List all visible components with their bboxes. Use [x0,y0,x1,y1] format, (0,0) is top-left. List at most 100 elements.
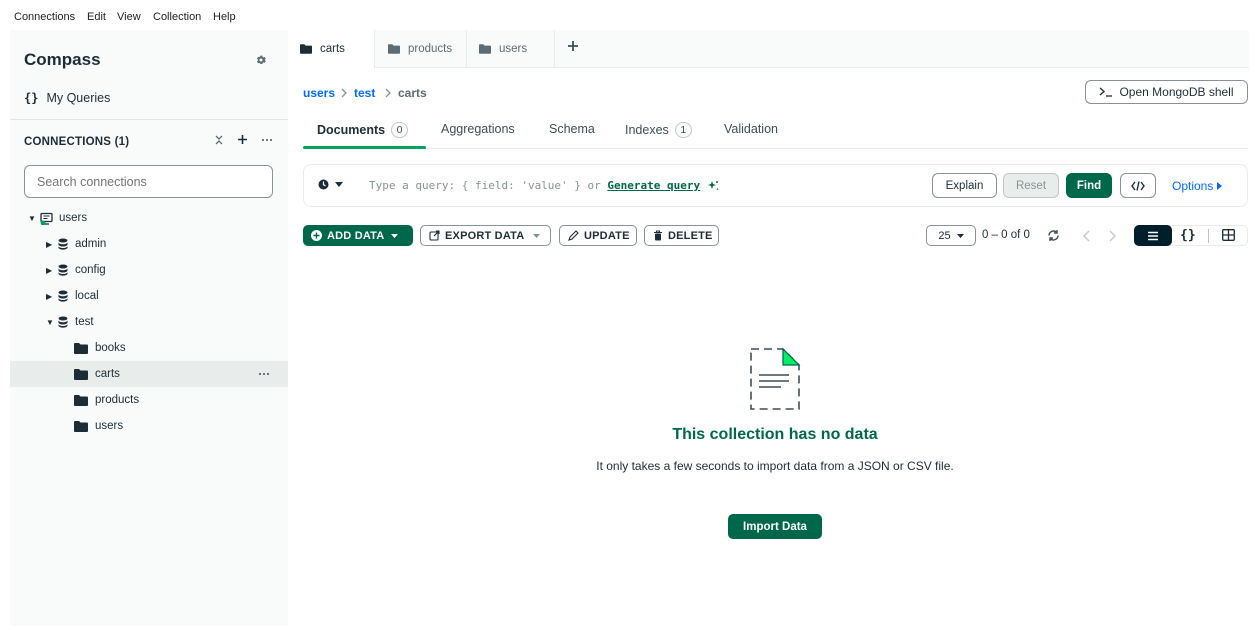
caret-down-icon[interactable]: ▼ [28,214,38,223]
tab-label: products [408,43,453,55]
tree-db-config[interactable]: ▶ config [10,257,288,283]
breadcrumb-connection[interactable]: users [303,86,335,100]
tree-label: books [95,342,126,354]
menu-connections[interactable]: Connections [14,11,75,23]
options-label: Options [1172,179,1214,193]
tree-label: carts [95,368,120,380]
menu-edit[interactable]: Edit [87,11,106,23]
tab-users[interactable]: users [467,30,555,68]
empty-document-icon [749,347,801,411]
explain-button[interactable]: Explain [932,173,997,198]
tab-products[interactable]: products [376,30,467,68]
caret-down-icon[interactable]: ▼ [46,318,56,327]
caret-right-icon[interactable]: ▶ [46,292,56,301]
tree-connection-users[interactable]: ▼ users [10,205,288,231]
query-history-button[interactable] [318,179,343,190]
search-connections-input[interactable] [24,165,273,198]
breadcrumb-database[interactable]: test [354,86,375,100]
trash-icon [653,230,663,241]
tree-collection-books[interactable]: books [10,335,288,361]
gear-icon[interactable] [255,54,267,66]
page-size-value: 25 [938,229,951,242]
tree-db-admin[interactable]: ▶ admin [10,231,288,257]
tab-bar: carts products users [288,30,1249,68]
reset-button[interactable]: Reset [1003,173,1059,198]
tab-schema-label: Schema [549,122,595,136]
json-view-button[interactable]: {} [1180,228,1196,243]
more-icon[interactable] [258,372,270,376]
list-icon [1147,231,1159,241]
chevron-right-icon[interactable] [1108,230,1116,242]
my-queries-label: My Queries [46,91,111,105]
sparkle-icon [707,180,719,192]
tab-schema[interactable]: Schema [549,122,595,136]
caret-right-icon [1217,182,1223,190]
folder-icon [74,342,88,354]
menu-collection[interactable]: Collection [153,11,201,23]
database-icon [58,238,68,250]
breadcrumb-collection: carts [398,86,427,100]
open-shell-button[interactable]: Open MongoDB shell [1085,80,1248,104]
options-toggle[interactable]: Options [1172,179,1223,193]
caret-right-icon[interactable]: ▶ [46,240,56,249]
refresh-icon[interactable] [1047,229,1060,242]
update-button[interactable]: UPDATE [559,225,637,246]
tree-label: local [75,290,99,302]
code-icon [1131,180,1145,191]
sidebar: Compass {} My Queries CONNECTIONS (1) ▼ … [10,30,288,626]
tree-db-local[interactable]: ▶ local [10,283,288,309]
tree-collection-users[interactable]: users [10,413,288,439]
tree-collection-carts[interactable]: carts [10,361,288,387]
tab-indexes[interactable]: Indexes 1 [625,122,692,138]
menu-help[interactable]: Help [213,11,236,23]
shell-label: Open MongoDB shell [1119,85,1234,99]
tree-label: test [75,316,94,328]
terminal-icon [1099,87,1113,97]
pencil-icon [568,230,579,241]
tab-documents[interactable]: Documents 0 [317,122,409,138]
connections-header: CONNECTIONS (1) [24,136,130,148]
add-data-label: ADD DATA [327,229,385,242]
page-size-select[interactable]: 25 [926,225,976,246]
count-badge: 1 [674,122,692,138]
chevron-left-icon[interactable] [1083,230,1091,242]
tree-collection-products[interactable]: products [10,387,288,413]
tab-carts[interactable]: carts [288,30,375,68]
add-connection-icon[interactable] [237,134,248,145]
caret-right-icon[interactable]: ▶ [46,266,56,275]
app-title: Compass [24,50,101,69]
tab-validation[interactable]: Validation [724,122,778,136]
code-button[interactable] [1120,173,1156,198]
import-data-button[interactable]: Import Data [728,514,822,539]
menu-view[interactable]: View [117,11,141,23]
collapse-icon[interactable] [214,135,224,145]
query-input[interactable]: Type a query: { field: 'value' } or Gene… [369,179,719,192]
caret-down-icon [391,233,399,238]
tab-documents-label: Documents [317,123,386,137]
divider [303,148,1248,149]
folder-icon [74,394,88,406]
empty-state-text: It only takes a few seconds to import da… [596,459,954,473]
delete-button[interactable]: DELETE [644,225,719,246]
tab-aggregations[interactable]: Aggregations [441,122,515,136]
find-button[interactable]: Find [1066,173,1112,198]
folder-icon [300,44,312,54]
generate-query-link[interactable]: Generate query [607,179,700,192]
database-icon [58,290,68,302]
add-tab-icon[interactable] [567,40,579,52]
more-icon[interactable] [261,138,273,142]
database-icon [58,316,68,328]
add-data-button[interactable]: ADD DATA [303,225,413,246]
list-view-button[interactable] [1134,225,1172,246]
tree-db-test[interactable]: ▼ test [10,309,288,335]
tab-label: users [499,43,528,55]
query-placeholder: Type a query: { field: 'value' } or [369,179,601,192]
caret-down-icon [335,182,343,187]
table-view-button[interactable] [1222,229,1235,241]
clock-icon [318,179,329,190]
tab-label: carts [320,43,345,55]
export-data-button[interactable]: EXPORT DATA [420,225,551,246]
chevron-right-icon [340,86,348,99]
count-badge: 0 [391,122,409,138]
my-queries-link[interactable]: {} My Queries [24,91,110,105]
